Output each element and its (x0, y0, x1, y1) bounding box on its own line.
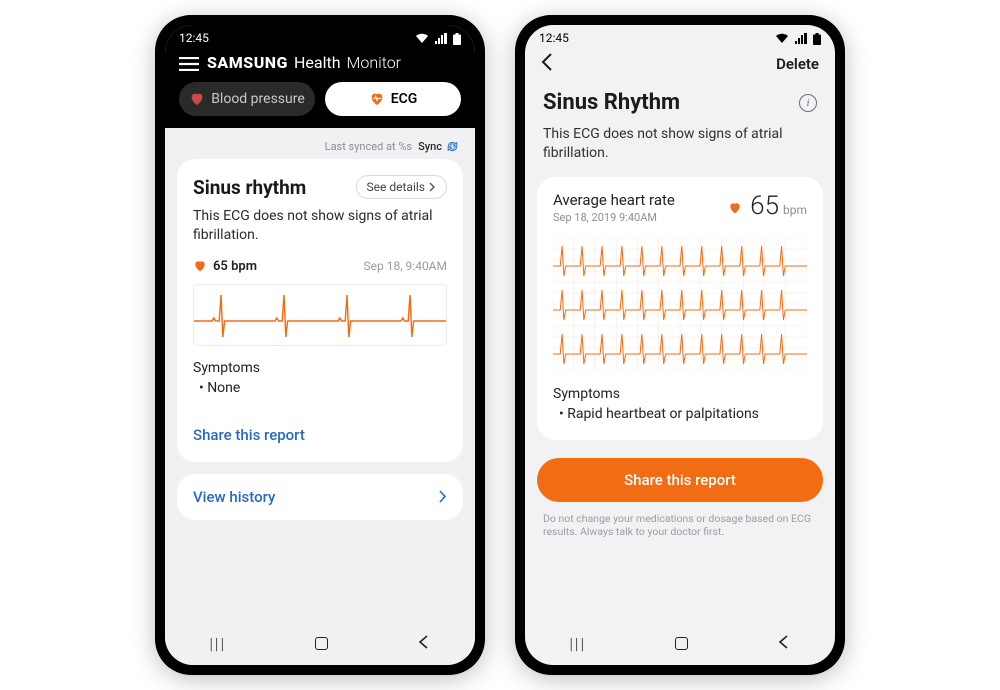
detail-title-row: Sinus Rhythm i (543, 90, 817, 115)
card-title: Sinus rhythm (193, 176, 306, 199)
recents-button[interactable]: ||| (209, 634, 226, 653)
app-brand: SAMSUNG (207, 53, 288, 72)
see-details-button[interactable]: See details (356, 175, 447, 199)
tab-ecg[interactable]: ECG (325, 82, 461, 116)
top-bar: Delete (525, 47, 835, 80)
detail-card: Average heart rate Sep 18, 2019 9:40AM 6… (537, 177, 823, 440)
symptoms-label: Symptoms (193, 360, 447, 376)
chevron-right-icon (429, 182, 436, 192)
ecg-strip (553, 326, 807, 370)
signal-icon (795, 33, 807, 44)
see-details-label: See details (367, 180, 425, 194)
sync-row: Last synced at %s Sync (177, 140, 459, 153)
avg-heart-rate-value: 65 (750, 191, 779, 221)
status-bar: 12:45 (525, 25, 835, 47)
heart-ecg-icon (369, 91, 385, 107)
title-bar: SAMSUNG Health Monitor (165, 47, 475, 82)
avg-value: 65 bpm (728, 191, 807, 221)
status-time: 12:45 (539, 31, 569, 45)
ecg-summary-card: Sinus rhythm See details This ECG does n… (177, 159, 463, 462)
card-metrics: 65 bpm Sep 18, 9:40AM (193, 259, 447, 274)
sync-icon (446, 140, 459, 153)
phone-frame-1: 12:45 SAMSUNG Health Monitor (155, 15, 485, 675)
avg-left: Average heart rate Sep 18, 2019 9:40AM (553, 191, 675, 224)
sync-label: Sync (418, 140, 442, 153)
wifi-icon (415, 33, 429, 44)
ecg-strip (553, 238, 807, 282)
signal-icon (435, 33, 447, 44)
heart-pressure-icon (189, 91, 205, 107)
wifi-icon (775, 33, 789, 44)
system-navbar: ||| (525, 621, 835, 665)
info-icon[interactable]: i (799, 94, 817, 112)
heart-rate-value: 65 bpm (213, 259, 257, 274)
tab-bp-label: Blood pressure (211, 91, 305, 107)
delete-button[interactable]: Delete (776, 55, 819, 73)
share-report-label: Share this report (624, 471, 736, 489)
dark-header: 12:45 SAMSUNG Health Monitor (165, 25, 475, 128)
phone-frame-2: 12:45 Delete Sinus Rhythm i This ECG doe… (515, 15, 845, 675)
chevron-right-icon (439, 490, 447, 503)
status-icons (772, 31, 821, 45)
screen: 12:45 Delete Sinus Rhythm i This ECG doe… (525, 25, 835, 665)
app-sub2: Monitor (347, 53, 402, 72)
share-report-button[interactable]: Share this report (537, 458, 823, 502)
symptom-item: • None (199, 380, 447, 396)
avg-row: Average heart rate Sep 18, 2019 9:40AM 6… (553, 191, 807, 224)
status-bar: 12:45 (165, 25, 475, 47)
status-icons (412, 31, 461, 45)
battery-icon (813, 33, 821, 45)
avg-heart-rate-label: Average heart rate (553, 191, 675, 209)
system-navbar: ||| (165, 621, 475, 665)
symptoms-label: Symptoms (553, 386, 807, 402)
back-button[interactable] (541, 53, 553, 74)
ecg-strips (553, 238, 807, 370)
status-time: 12:45 (179, 31, 209, 45)
view-history-button[interactable]: View history (177, 474, 463, 520)
screen: 12:45 SAMSUNG Health Monitor (165, 25, 475, 665)
disclaimer-text: Do not change your medications or dosage… (543, 512, 817, 539)
home-button[interactable] (675, 637, 688, 650)
detail-title: Sinus Rhythm (543, 90, 680, 115)
heart-rate: 65 bpm (193, 259, 257, 274)
back-button[interactable] (417, 634, 431, 653)
avg-heart-rate-date: Sep 18, 2019 9:40AM (553, 211, 675, 224)
heart-icon (728, 199, 746, 218)
page-body: Last synced at %s Sync Sinus rhythm See … (165, 128, 475, 665)
tabs: Blood pressure ECG (165, 82, 475, 128)
share-report-link[interactable]: Share this report (193, 426, 447, 444)
sync-button[interactable]: Sync (418, 140, 459, 153)
ecg-chart (193, 284, 447, 346)
tab-blood-pressure[interactable]: Blood pressure (179, 82, 315, 116)
detail-header: Sinus Rhythm i This ECG does not show si… (525, 80, 835, 177)
home-button[interactable] (315, 637, 328, 650)
app-title: SAMSUNG Health Monitor (207, 53, 401, 72)
recents-button[interactable]: ||| (569, 634, 586, 653)
avg-heart-rate-unit: bpm (783, 203, 807, 217)
last-synced-label: Last synced at %s (325, 140, 412, 153)
battery-icon (453, 33, 461, 45)
tab-ecg-label: ECG (391, 91, 418, 107)
card-description: This ECG does not show signs of atrial f… (193, 207, 447, 245)
symptom-item: • Rapid heartbeat or palpitations (559, 406, 807, 422)
card-header: Sinus rhythm See details (193, 175, 447, 199)
view-history-label: View history (193, 488, 275, 506)
heart-icon (193, 259, 207, 273)
detail-description: This ECG does not show signs of atrial f… (543, 125, 817, 163)
ecg-strip (553, 282, 807, 326)
card-timestamp: Sep 18, 9:40AM (364, 259, 447, 273)
app-sub: Health (294, 53, 341, 72)
back-button[interactable] (777, 634, 791, 653)
menu-icon[interactable] (179, 56, 199, 70)
